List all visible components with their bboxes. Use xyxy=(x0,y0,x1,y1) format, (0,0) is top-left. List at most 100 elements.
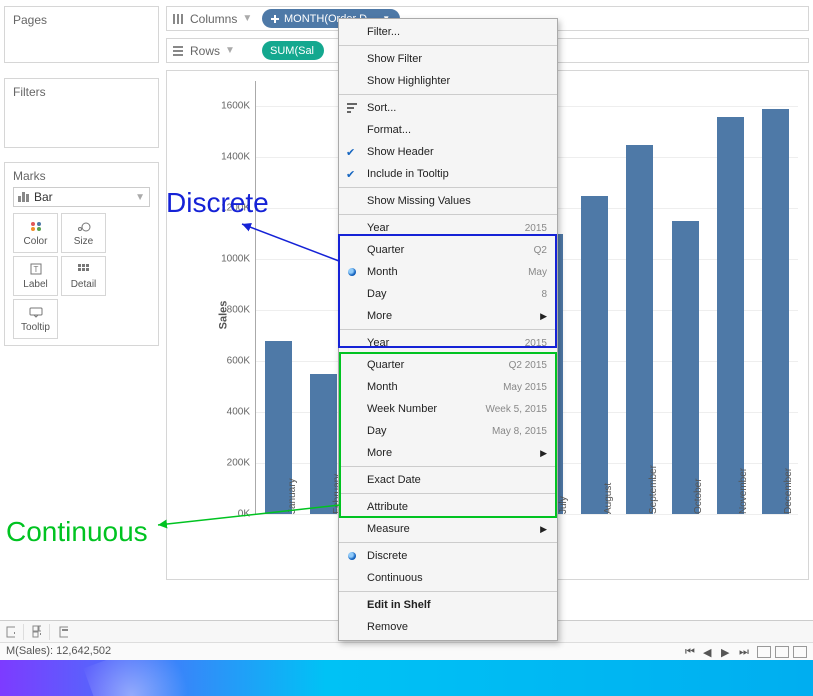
marks-type-select[interactable]: Bar ▼ xyxy=(13,187,150,207)
menu-show-filter[interactable]: Show Filter xyxy=(339,48,557,70)
rows-icon xyxy=(171,44,185,58)
plus-icon xyxy=(270,14,280,24)
menu-edit-in-shelf[interactable]: Edit in Shelf xyxy=(339,594,557,616)
menu-include-tooltip[interactable]: ✔Include in Tooltip xyxy=(339,163,557,185)
nav-first-icon[interactable]: ⏮ xyxy=(685,646,699,658)
menu-show-missing[interactable]: Show Missing Values xyxy=(339,190,557,212)
bar[interactable] xyxy=(581,196,608,514)
y-tick: 600K xyxy=(227,356,256,367)
columns-icon xyxy=(171,12,185,26)
bar[interactable] xyxy=(672,221,699,514)
dropdown-caret-icon: ▼ xyxy=(225,45,235,56)
annotation-continuous-label: Continuous xyxy=(6,516,148,548)
x-tick: October xyxy=(689,478,704,514)
annotation-discrete-label: Discrete xyxy=(166,187,269,219)
menu-remove[interactable]: Remove xyxy=(339,616,557,638)
marks-card[interactable]: Marks Bar ▼ Color Size TLabel Detail Too… xyxy=(4,162,159,346)
radio-selected-icon xyxy=(348,552,356,560)
chevron-right-icon: ▶ xyxy=(540,311,547,322)
marks-btn-label: Tooltip xyxy=(21,322,50,333)
menu-discrete-day[interactable]: Day8 xyxy=(339,283,557,305)
check-icon: ✔ xyxy=(346,146,355,159)
x-tick: January xyxy=(283,478,298,514)
menu-attribute[interactable]: Attribute xyxy=(339,496,557,518)
marks-size-button[interactable]: Size xyxy=(61,213,106,253)
menu-continuous-more[interactable]: More▶ xyxy=(339,442,557,464)
view-grid-icon[interactable] xyxy=(757,646,771,658)
y-tick: 1000K xyxy=(221,254,256,265)
new-story-icon[interactable] xyxy=(58,624,76,640)
pill-text: SUM(Sal xyxy=(270,45,314,57)
nav-prev-icon[interactable]: ◀ xyxy=(703,646,717,658)
marks-btn-label: Label xyxy=(23,279,47,290)
view-mode-icons: ⏮ ◀ ▶ ⏭ xyxy=(685,645,807,658)
menu-continuous-month[interactable]: MonthMay 2015 xyxy=(339,376,557,398)
dropdown-caret-icon: ▼ xyxy=(242,13,252,24)
marks-btn-label: Detail xyxy=(71,279,97,290)
radio-selected-icon xyxy=(348,268,356,276)
pages-card[interactable]: Pages xyxy=(4,6,159,63)
x-tick: November xyxy=(734,468,749,514)
filters-card[interactable]: Filters xyxy=(4,78,159,148)
pages-title: Pages xyxy=(13,13,150,27)
color-icon xyxy=(29,219,43,233)
view-large-icon[interactable] xyxy=(793,646,807,658)
columns-shelf-label: Columns ▼ xyxy=(171,12,256,26)
size-icon xyxy=(77,219,91,233)
new-dashboard-icon[interactable] xyxy=(32,624,50,640)
menu-continuous-week[interactable]: Week NumberWeek 5, 2015 xyxy=(339,398,557,420)
status-bar: M(Sales): 12,642,502 ⏮ ◀ ▶ ⏭ xyxy=(0,642,813,660)
marks-btn-label: Size xyxy=(74,236,93,247)
bar[interactable] xyxy=(762,109,789,514)
columns-text: Columns xyxy=(190,12,237,26)
tooltip-icon xyxy=(29,305,43,319)
x-tick: September xyxy=(644,465,659,514)
x-tick: December xyxy=(779,468,794,514)
menu-exact-date[interactable]: Exact Date xyxy=(339,469,557,491)
marks-color-button[interactable]: Color xyxy=(13,213,58,253)
menu-measure[interactable]: Measure▶ xyxy=(339,518,557,540)
menu-filter[interactable]: Filter... xyxy=(339,21,557,43)
marks-detail-button[interactable]: Detail xyxy=(61,256,106,296)
menu-format[interactable]: Format... xyxy=(339,119,557,141)
x-tick: August xyxy=(599,483,614,514)
detail-icon xyxy=(78,262,90,276)
menu-discrete-more[interactable]: More▶ xyxy=(339,305,557,327)
menu-discrete-quarter[interactable]: QuarterQ2 xyxy=(339,239,557,261)
y-tick: 200K xyxy=(227,458,256,469)
menu-discrete-month[interactable]: MonthMay xyxy=(339,261,557,283)
view-thumb-icon[interactable] xyxy=(775,646,789,658)
nav-next-icon[interactable]: ▶ xyxy=(721,646,735,658)
marks-label-button[interactable]: TLabel xyxy=(13,256,58,296)
menu-continuous-year[interactable]: Year2015 xyxy=(339,332,557,354)
filters-title: Filters xyxy=(13,85,150,99)
bar[interactable] xyxy=(626,145,653,514)
windows-taskbar xyxy=(0,660,813,696)
menu-continuous-quarter[interactable]: QuarterQ2 2015 xyxy=(339,354,557,376)
rows-text: Rows xyxy=(190,44,220,58)
bar[interactable] xyxy=(717,117,744,514)
new-worksheet-icon[interactable] xyxy=(6,624,24,640)
menu-show-header[interactable]: ✔Show Header xyxy=(339,141,557,163)
marks-type-text: Bar xyxy=(34,190,53,204)
field-context-menu: Filter... Show Filter Show Highlighter S… xyxy=(338,18,558,641)
marks-title: Marks xyxy=(13,169,150,183)
menu-discrete[interactable]: Discrete xyxy=(339,545,557,567)
rows-shelf-label: Rows ▼ xyxy=(171,44,256,58)
check-icon: ✔ xyxy=(346,168,355,181)
menu-show-highlighter[interactable]: Show Highlighter xyxy=(339,70,557,92)
menu-continuous-day[interactable]: DayMay 8, 2015 xyxy=(339,420,557,442)
dropdown-caret-icon: ▼ xyxy=(135,192,145,203)
y-tick: 400K xyxy=(227,407,256,418)
menu-sort[interactable]: Sort... xyxy=(339,97,557,119)
rows-pill-sum-sales[interactable]: SUM(Sal xyxy=(262,41,324,60)
y-tick: 1600K xyxy=(221,101,256,112)
status-text: M(Sales): 12,642,502 xyxy=(6,645,111,658)
menu-discrete-year[interactable]: Year2015 xyxy=(339,217,557,239)
marks-btn-label: Color xyxy=(24,236,48,247)
y-tick: 0K xyxy=(238,509,256,520)
menu-continuous[interactable]: Continuous xyxy=(339,567,557,589)
marks-tooltip-button[interactable]: Tooltip xyxy=(13,299,58,339)
nav-last-icon[interactable]: ⏭ xyxy=(739,646,753,658)
chevron-right-icon: ▶ xyxy=(540,448,547,459)
